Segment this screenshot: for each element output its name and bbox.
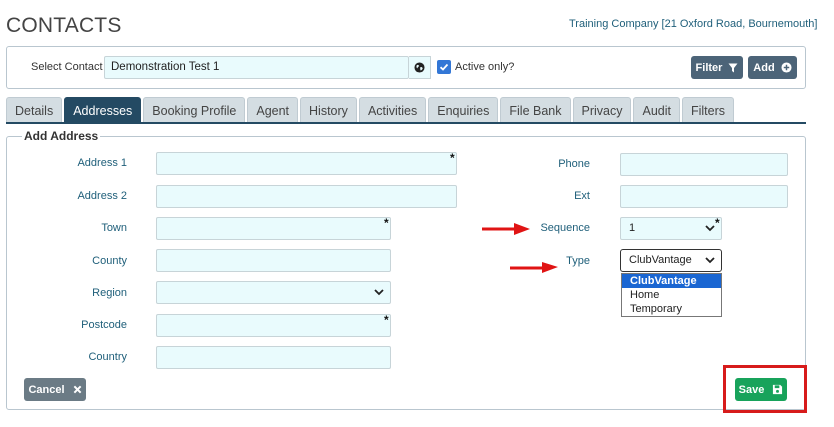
add-contact-button[interactable]: Add <box>748 56 797 79</box>
ext-input[interactable] <box>620 185 788 208</box>
required-marker: * <box>384 313 389 327</box>
active-only-checkbox[interactable] <box>437 60 451 74</box>
country-input[interactable] <box>156 346 391 369</box>
type-label: Type <box>566 255 590 267</box>
close-icon <box>73 385 81 394</box>
contact-tabs: Details Addresses Booking Profile Agent … <box>6 97 735 123</box>
sequence-label: Sequence <box>540 222 590 234</box>
required-marker: * <box>384 216 389 230</box>
cancel-button-label: Cancel <box>28 383 65 396</box>
tab-details[interactable]: Details <box>6 97 63 123</box>
plus-circle-icon <box>781 62 792 73</box>
address1-input[interactable] <box>156 152 457 175</box>
active-only-label: Active only? <box>455 61 515 73</box>
select-contact-input[interactable]: Demonstration Test 1 <box>104 56 409 79</box>
chevron-down-icon <box>705 257 715 264</box>
sequence-select[interactable]: 1 <box>620 217 722 240</box>
tab-booking-profile[interactable]: Booking Profile <box>143 97 246 123</box>
type-select[interactable]: ClubVantage <box>620 249 722 272</box>
globe-icon[interactable] <box>409 56 431 79</box>
phone-input[interactable] <box>620 153 788 176</box>
country-label: Country <box>88 351 127 363</box>
type-option[interactable]: Temporary <box>622 302 721 316</box>
required-marker: * <box>450 151 455 165</box>
tab-agent[interactable]: Agent <box>247 97 299 123</box>
type-option[interactable]: ClubVantage <box>622 274 721 288</box>
filter-button[interactable]: Filter <box>691 56 743 79</box>
tab-addresses[interactable]: Addresses <box>64 97 142 123</box>
type-value: ClubVantage <box>629 254 692 266</box>
tab-underline <box>6 122 806 124</box>
address2-label: Address 2 <box>77 190 127 202</box>
filter-button-label: Filter <box>695 61 723 74</box>
save-button[interactable]: Save <box>735 378 787 401</box>
type-option[interactable]: Home <box>622 288 721 302</box>
address2-input[interactable] <box>156 185 457 208</box>
tab-enquiries[interactable]: Enquiries <box>428 97 499 123</box>
tab-privacy[interactable]: Privacy <box>572 97 632 123</box>
chevron-down-icon <box>374 289 384 296</box>
tab-history[interactable]: History <box>300 97 357 123</box>
county-input[interactable] <box>156 249 391 272</box>
region-select[interactable] <box>156 281 391 304</box>
ext-label: Ext <box>574 190 590 202</box>
tab-audit[interactable]: Audit <box>633 97 680 123</box>
floppy-disk-icon <box>773 384 783 395</box>
county-label: County <box>92 255 127 267</box>
add-button-label: Add <box>753 61 775 74</box>
phone-label: Phone <box>558 158 590 170</box>
type-dropdown-list: ClubVantage Home Temporary <box>621 273 722 317</box>
required-marker: * <box>715 216 720 230</box>
tab-activities[interactable]: Activities <box>358 97 427 123</box>
region-label: Region <box>92 287 127 299</box>
postcode-label: Postcode <box>81 319 127 331</box>
select-contact-label: Select Contact <box>31 61 103 73</box>
address1-label: Address 1 <box>77 157 127 169</box>
company-link[interactable]: Training Company [21 Oxford Road, Bourne… <box>569 18 817 30</box>
tab-file-bank[interactable]: File Bank <box>500 97 571 123</box>
town-input[interactable] <box>156 217 391 240</box>
cancel-button[interactable]: Cancel <box>24 378 86 401</box>
add-address-legend: Add Address <box>22 129 101 143</box>
save-button-label: Save <box>738 383 765 396</box>
page-title: CONTACTS <box>6 14 122 37</box>
sequence-value: 1 <box>629 222 636 234</box>
postcode-input[interactable] <box>156 314 391 337</box>
tab-filters[interactable]: Filters <box>681 97 735 123</box>
town-label: Town <box>101 222 127 234</box>
filter-icon <box>728 63 738 72</box>
